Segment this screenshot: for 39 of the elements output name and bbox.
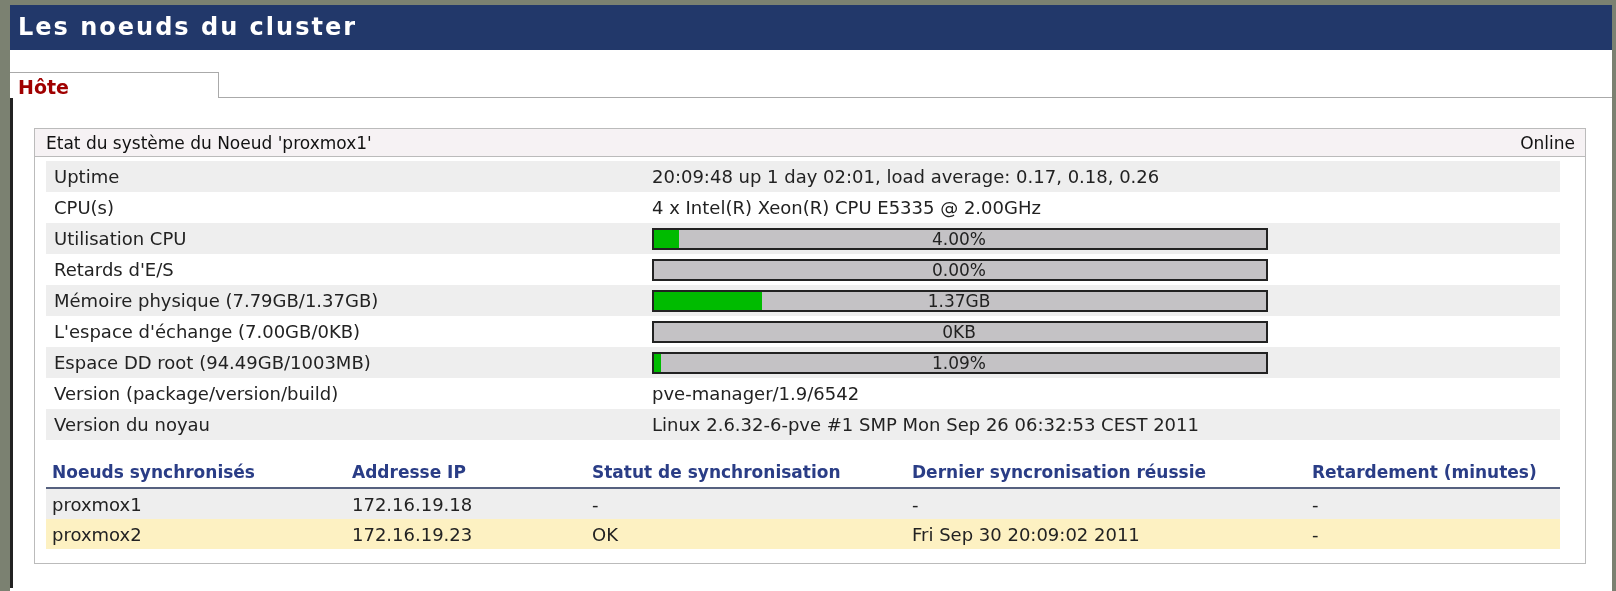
column-header: Addresse IP <box>351 462 467 482</box>
row-label: Espace DD root (94.49GB/1003MB) <box>53 352 372 373</box>
row-label: Uptime <box>53 166 121 187</box>
row-value: Linux 2.6.32-6-pve #1 SMP Mon Sep 26 06:32:53 CEST 2011 <box>652 414 1199 435</box>
table-row[interactable]: proxmox1 172.16.19.18 - - - <box>46 489 1560 519</box>
row-label: L'espace d'échange (7.00GB/0KB) <box>53 321 362 342</box>
column-header: Noeuds synchronisés <box>51 462 256 482</box>
tab[interactable]: Hôte <box>10 72 219 98</box>
usage-reading: 4.00% <box>931 229 987 248</box>
row-label: Version (package/version/build) <box>53 383 340 404</box>
row-value: 4 x Intel(R) Xeon(R) CPU E5335 @ 2.00GHz <box>652 197 1041 218</box>
window-title: Les noeuds du cluster <box>10 5 1612 50</box>
row-value: 20:09:48 up 1 day 02:01, load average: 0.17, 0.18, 0.26 <box>652 166 1160 187</box>
table-cell-text: proxmox2 <box>51 523 143 545</box>
usage-reading: 0KB <box>941 322 977 341</box>
row-label: Utilisation CPU <box>53 228 188 249</box>
table-cell-text: Fri Sep 30 20:09:02 2011 <box>911 523 1141 545</box>
table-cell-text: 172.16.19.23 <box>351 523 474 545</box>
usage-reading: 1.37GB <box>926 291 992 310</box>
table-cell-text: - <box>1311 493 1320 515</box>
table-cell-text: - <box>1311 523 1320 545</box>
table-cell-text: 172.16.19.18 <box>351 493 474 515</box>
usage-reading: 1.09% <box>931 353 987 372</box>
column-header: Dernier syncronisation réussie <box>911 462 1207 482</box>
row-label: Mémoire physique (7.79GB/1.37GB) <box>53 290 380 311</box>
table-cell-text: proxmox1 <box>51 493 143 515</box>
column-header: Retardement (minutes) <box>1311 462 1538 482</box>
row-label: CPU(s) <box>53 197 116 218</box>
usage-reading: 0.00% <box>931 260 987 279</box>
table-row[interactable]: proxmox2 172.16.19.23 OK Fri Sep 30 20:09:02 2011 - <box>46 519 1560 549</box>
row-label: Version du noyau <box>53 414 211 435</box>
node-status: Online <box>1520 133 1575 153</box>
table-cell-text: - <box>591 493 600 515</box>
column-header: Statut de synchronisation <box>591 462 842 482</box>
panel-title: Etat du système du Noeud 'proxmox1' <box>46 133 372 153</box>
row-label: Retards d'E/S <box>53 259 175 280</box>
table-cell-text: OK <box>591 523 619 545</box>
row-value: pve-manager/1.9/6542 <box>652 383 860 404</box>
table-cell-text: - <box>911 493 920 515</box>
